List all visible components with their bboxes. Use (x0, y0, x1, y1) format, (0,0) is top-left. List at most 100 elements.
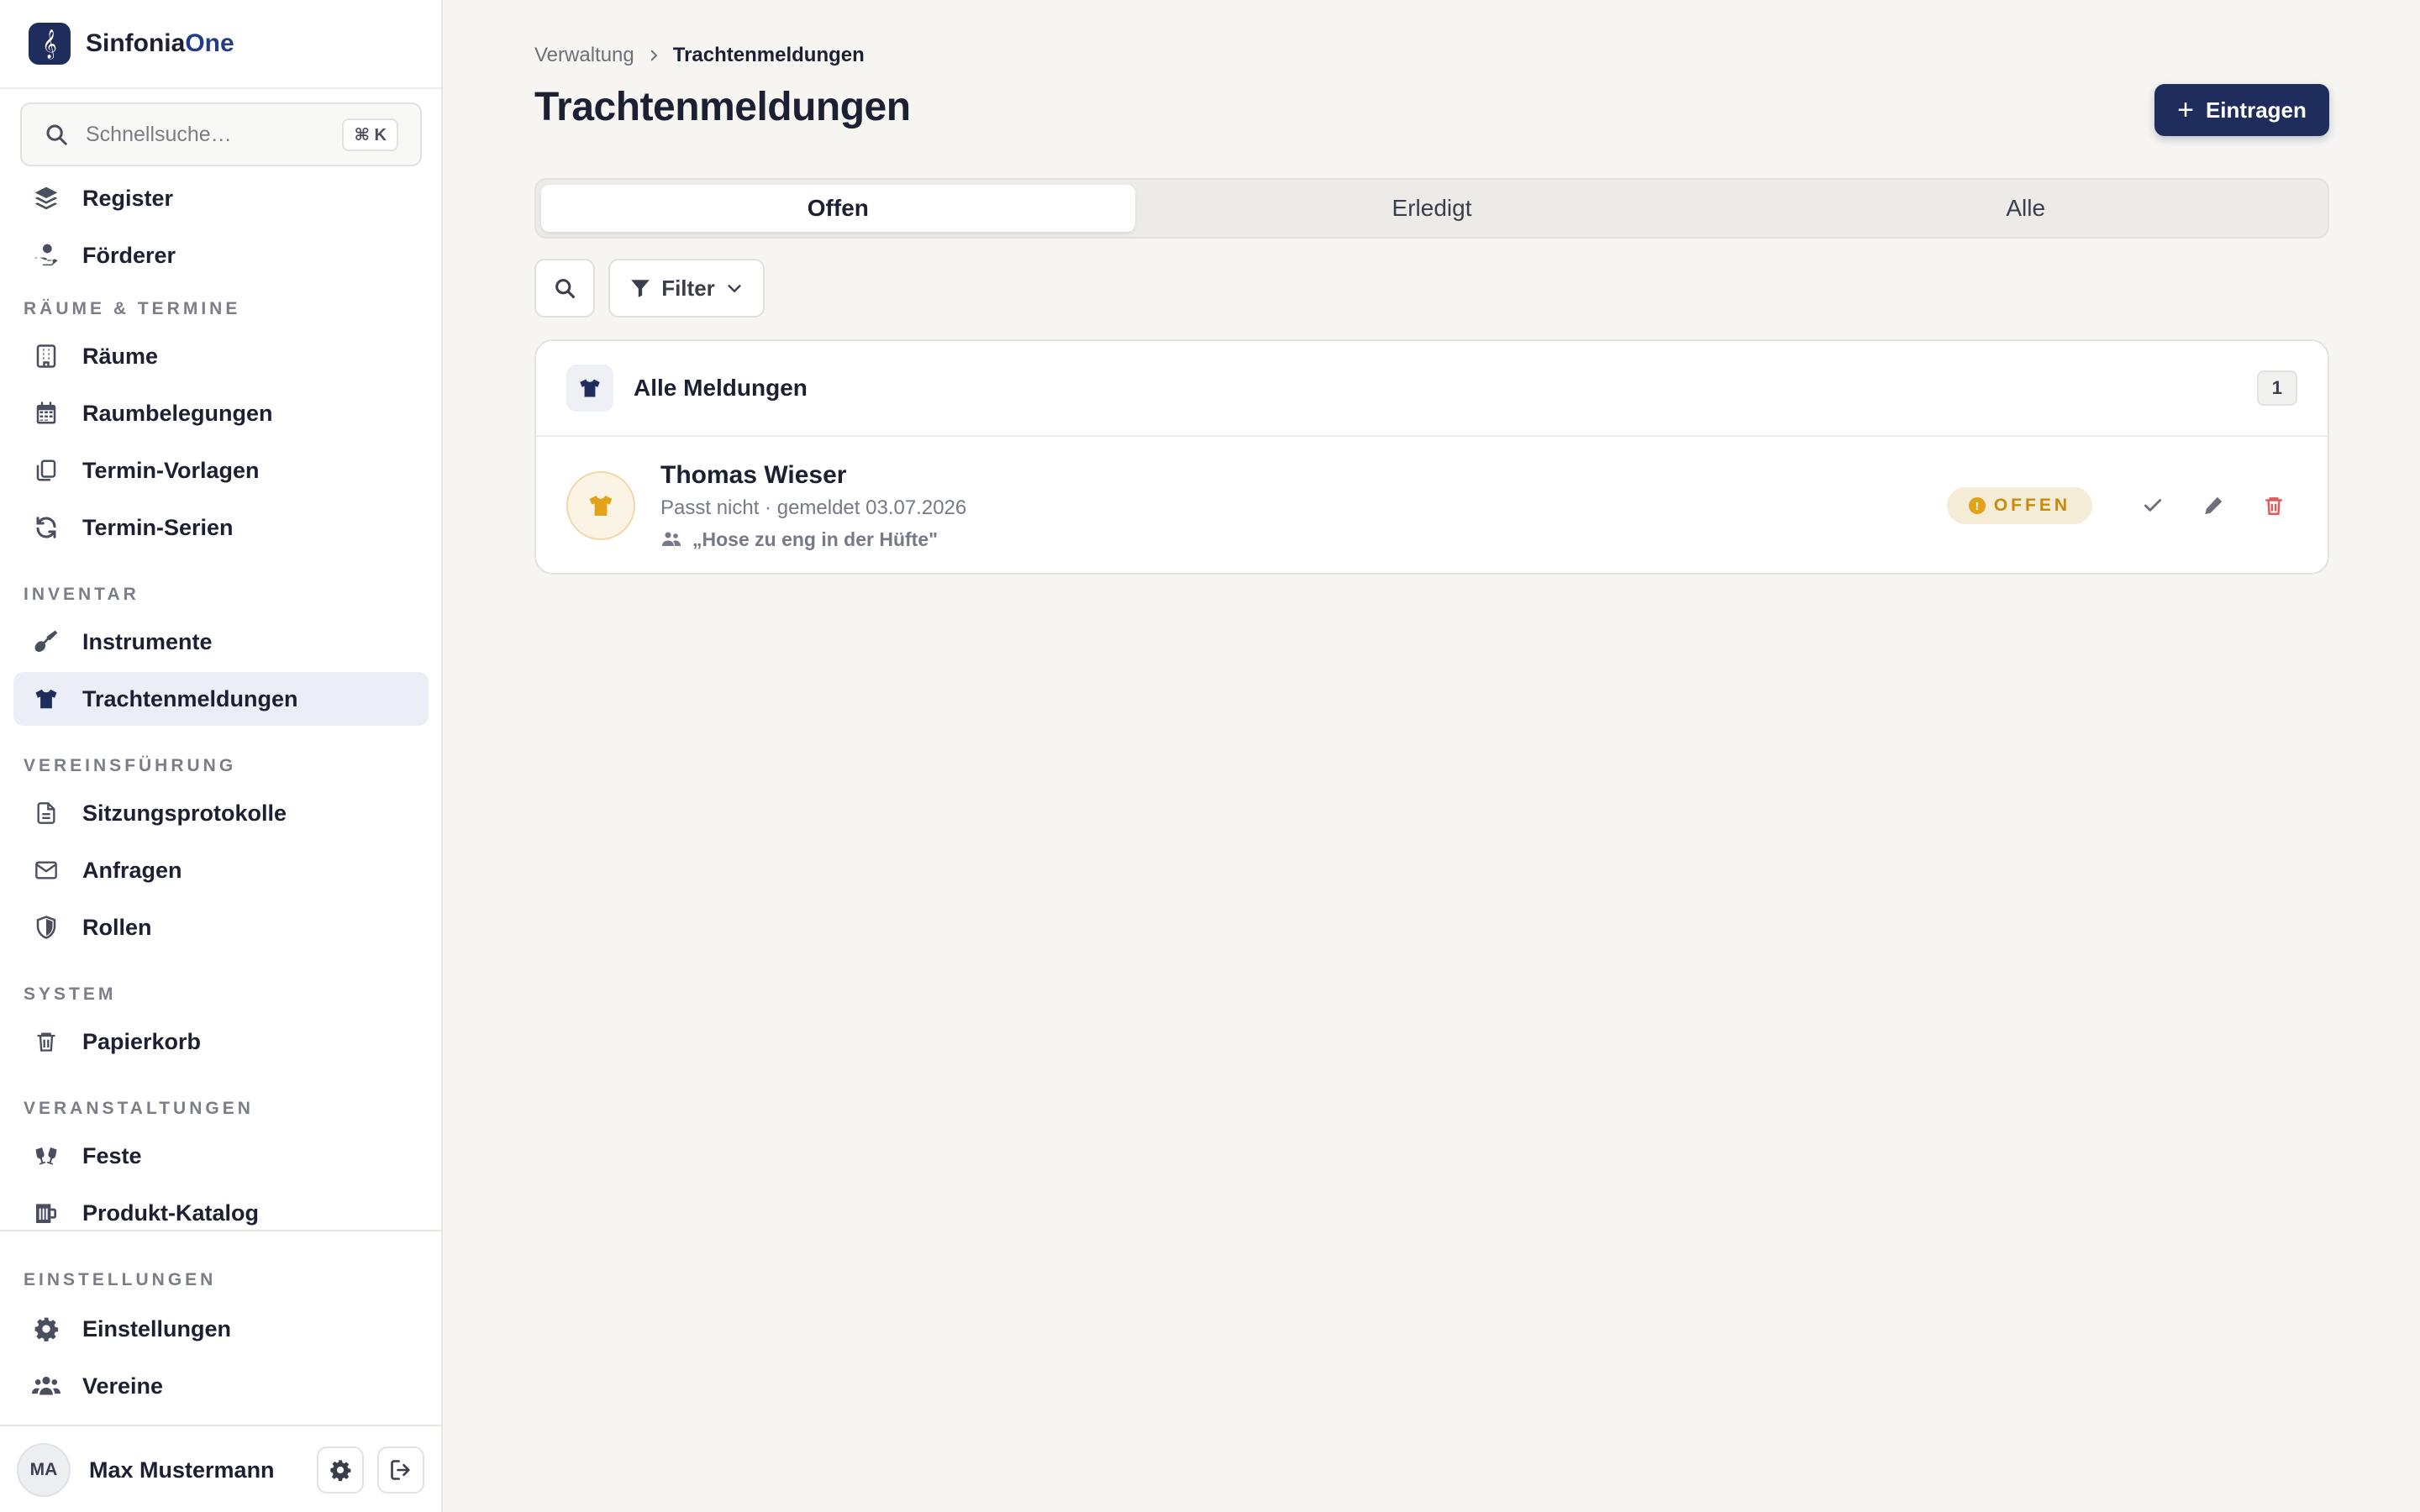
sidebar-item-label: Produkt-Katalog (82, 1200, 260, 1226)
section-label-system: SYSTEM (24, 984, 117, 1004)
section-label-veranstaltungen: VERANSTALTUNGEN (24, 1099, 254, 1118)
funnel-icon (631, 280, 650, 297)
entry-note: „Hose zu eng in der Hüfte" (660, 528, 1947, 551)
status-tabs: Offen Erledigt Alle (534, 178, 2329, 239)
users-icon (32, 1372, 60, 1400)
search-shortcut-badge: ⌘ K (342, 118, 398, 151)
reports-count-badge: 1 (2256, 370, 2297, 406)
building-icon (32, 342, 60, 370)
sidebar-item-termin-vorlagen[interactable]: Termin-Vorlagen (13, 444, 429, 497)
tab-offen[interactable]: Offen (541, 185, 1135, 232)
tab-erledigt[interactable]: Erledigt (1135, 185, 1729, 232)
breadcrumb-root-link[interactable]: Verwaltung (534, 44, 634, 67)
gear-icon (32, 1315, 60, 1343)
logout-button[interactable] (377, 1446, 424, 1494)
section-label-inventar: INVENTAR (24, 585, 139, 604)
filter-dropdown[interactable]: Filter (608, 259, 765, 318)
section-label-raeume-termine: RÄUME & TERMINE (24, 299, 241, 318)
sidebar-item-label: Anfragen (82, 857, 182, 883)
sidebar-item-label: Räume (82, 343, 159, 369)
sidebar-item-einstellungen[interactable]: Einstellungen (13, 1302, 429, 1356)
entry-note-text: „Hose zu eng in der Hüfte" (692, 528, 939, 550)
calendar-icon (32, 399, 60, 428)
pencil-icon (2205, 496, 2223, 515)
sidebar-nav: Register Förderer RÄUME & TERMINE Räume … (0, 166, 441, 1228)
main-content: Verwaltung Trachtenmeldungen Trachtenmel… (443, 0, 2420, 1512)
shirt-icon (32, 685, 60, 713)
mail-icon (32, 856, 60, 885)
sidebar-item-register[interactable]: Register (13, 171, 429, 225)
filter-label: Filter (661, 275, 715, 301)
edit-button[interactable] (2190, 482, 2237, 529)
sidebar-item-raeume[interactable]: Räume (13, 329, 429, 383)
sidebar-item-foerderer[interactable]: Förderer (13, 228, 429, 282)
shield-icon (32, 913, 60, 942)
list-item[interactable]: Thomas Wieser Passt nicht · gemeldet 03.… (536, 437, 2328, 573)
sidebar-item-termin-serien[interactable]: Termin-Serien (13, 501, 429, 554)
alert-dot-icon: ! (1968, 497, 1986, 514)
sidebar: 𝄞 SinfoniaOne Schnellsuche… ⌘ K Register… (0, 0, 443, 1512)
sidebar-item-label: Vereine (82, 1373, 164, 1399)
sidebar-item-label: Register (82, 185, 174, 211)
sidebar-item-label: Feste (82, 1142, 142, 1168)
sidebar-item-anfragen[interactable]: Anfragen (13, 843, 429, 897)
sidebar-item-sitzungsprotokolle[interactable]: Sitzungsprotokolle (13, 786, 429, 840)
mark-done-button[interactable] (2129, 482, 2176, 529)
sidebar-item-instrumente[interactable]: Instrumente (13, 615, 429, 669)
delete-button[interactable] (2250, 482, 2297, 529)
sidebar-item-label: Trachtenmeldungen (82, 685, 298, 711)
refresh-icon (32, 513, 60, 542)
page-title: Trachtenmeldungen (534, 85, 911, 129)
status-badge-label: OFFEN (1993, 496, 2070, 515)
entry-meta: Passt nicht · gemeldet 03.07.2026 (660, 496, 967, 519)
hand-heart-icon (32, 241, 60, 270)
sidebar-item-rollen[interactable]: Rollen (13, 900, 429, 954)
status-badge: ! OFFEN (1946, 487, 2092, 524)
chevron-right-icon (650, 50, 658, 61)
sidebar-settings-area: EINSTELLUNGEN Einstellungen Vereine MA M… (0, 1230, 441, 1512)
sidebar-item-papierkorb[interactable]: Papierkorb (13, 1015, 429, 1068)
tab-alle[interactable]: Alle (1728, 185, 2323, 232)
treble-clef-logo-icon: 𝄞 (29, 23, 71, 65)
section-label-vereinsfuehrung: VEREINSFÜHRUNG (24, 756, 237, 775)
sidebar-item-produkt-katalog[interactable]: Produkt-Katalog (13, 1186, 429, 1228)
breadcrumb: Verwaltung Trachtenmeldungen (534, 44, 865, 67)
sidebar-item-label: Förderer (82, 242, 176, 268)
cheers-icon (32, 1142, 60, 1170)
sidebar-item-trachtenmeldungen[interactable]: Trachtenmeldungen (13, 672, 429, 726)
sidebar-item-feste[interactable]: Feste (13, 1129, 429, 1183)
app-root: 𝄞 SinfoniaOne Schnellsuche… ⌘ K Register… (0, 0, 2420, 1512)
trash-icon (32, 1027, 60, 1056)
logout-icon (391, 1460, 410, 1480)
search-icon (46, 124, 67, 145)
breadcrumb-current: Trachtenmeldungen (672, 44, 865, 66)
entry-name: Thomas Wieser (660, 460, 847, 489)
guitar-icon (32, 627, 60, 656)
sidebar-item-label: Termin-Vorlagen (82, 457, 260, 483)
eintragen-button[interactable]: + Eintragen (2154, 84, 2329, 136)
sidebar-item-vereine[interactable]: Vereine (13, 1359, 429, 1413)
reports-card: Alle Meldungen 1 Thomas Wieser Passt nic… (534, 339, 2329, 575)
sidebar-item-raumbelegungen[interactable]: Raumbelegungen (13, 386, 429, 440)
sidebar-item-label: Termin-Serien (82, 514, 234, 540)
quick-search-input[interactable]: Schnellsuche… ⌘ K (20, 102, 422, 166)
gear-icon (330, 1460, 351, 1482)
logo-glyph: 𝄞 (42, 29, 57, 59)
brand[interactable]: 𝄞 SinfoniaOne (0, 0, 441, 89)
avatar[interactable]: MA (17, 1443, 71, 1497)
reports-card-header: Alle Meldungen 1 (536, 341, 2328, 437)
brand-name-part1: Sinfonia (86, 29, 186, 57)
list-search-button[interactable] (534, 259, 595, 318)
entry-text: Thomas Wieser Passt nicht · gemeldet 03.… (660, 461, 1947, 551)
brand-name: SinfoniaOne (86, 29, 234, 58)
copy-icon (32, 456, 60, 485)
eintragen-button-label: Eintragen (2205, 97, 2307, 123)
user-settings-button[interactable] (317, 1446, 364, 1494)
beer-mug-icon (32, 1199, 60, 1227)
users-icon (662, 532, 681, 546)
plus-icon: + (2177, 94, 2194, 126)
shirt-icon (566, 471, 635, 540)
sidebar-item-label: Raumbelegungen (82, 400, 273, 426)
search-icon (555, 279, 576, 299)
section-label-einstellungen: EINSTELLUNGEN (24, 1270, 217, 1289)
